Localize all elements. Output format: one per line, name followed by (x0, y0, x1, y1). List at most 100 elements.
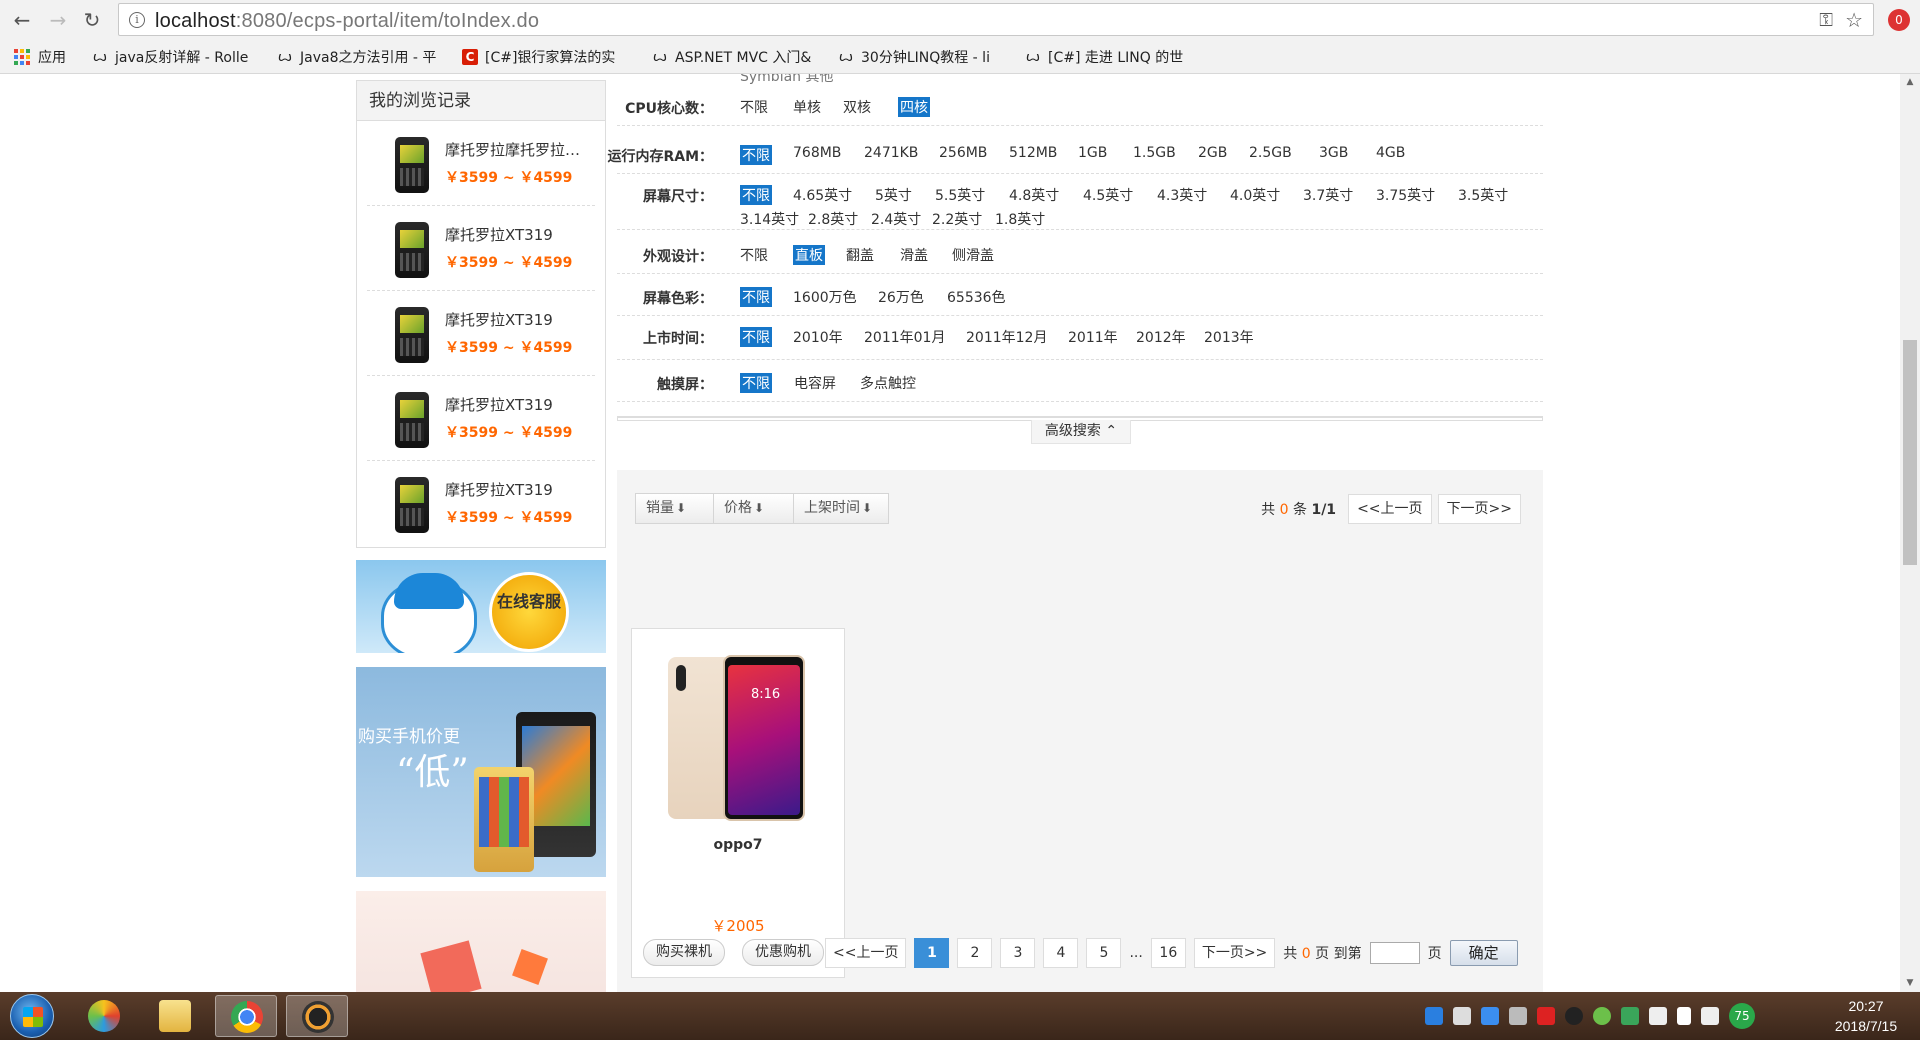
bookmark-item[interactable]: ꙍ ASP.NET MVC 入门& (652, 47, 822, 67)
filter-option[interactable]: 双核 (843, 97, 871, 117)
filter-option[interactable]: 512MB (1009, 145, 1057, 161)
page-button-current[interactable]: 1 (914, 938, 950, 968)
phone-thumbnail[interactable] (395, 307, 429, 363)
tray-app-icon[interactable] (1509, 1007, 1527, 1025)
page-button[interactable]: 3 (1000, 938, 1036, 968)
filter-option[interactable]: 26万色 (878, 287, 924, 307)
bookmark-item[interactable]: ꙍ [C#] 走进 LINQ 的世 (1025, 47, 1197, 67)
bookmark-item[interactable]: ꙍ Java8之方法引用 - 平 (277, 47, 447, 67)
filter-option[interactable]: 侧滑盖 (952, 245, 994, 265)
filter-option[interactable]: 4.0英寸 (1230, 185, 1280, 205)
top-next-page-button[interactable]: 下一页>> (1437, 494, 1521, 524)
volume-icon[interactable] (1701, 1007, 1719, 1025)
buy-bare-button[interactable]: 购买裸机 (643, 939, 725, 966)
sort-price-button[interactable]: 价格 ⬇ (714, 494, 794, 523)
tray-app-icon[interactable] (1649, 1007, 1667, 1025)
address-url[interactable]: localhost:8080/ecps-portal/item/toIndex.… (155, 10, 539, 33)
filter-option[interactable]: 65536色 (947, 287, 1006, 307)
page-button[interactable]: 5 (1086, 938, 1122, 968)
system-clock[interactable]: 20:27 2018/7/15 (1820, 996, 1912, 1036)
qq-icon[interactable] (1565, 1007, 1583, 1025)
phone-thumbnail[interactable] (395, 137, 429, 193)
filter-option[interactable]: 2.8英寸 (808, 209, 858, 229)
filter-option[interactable]: 2.5GB (1249, 145, 1292, 161)
bookmark-item[interactable]: ꙍ 30分钟LINQ教程 - li (838, 47, 1010, 67)
filter-option[interactable]: 1.8英寸 (995, 209, 1045, 229)
site-info-icon[interactable]: i (129, 12, 145, 28)
filter-option[interactable]: 4.65英寸 (793, 185, 852, 205)
filter-option[interactable]: 1.5GB (1133, 145, 1176, 161)
history-item[interactable]: 摩托罗拉XT319 ￥3599 ~ ￥4599 (367, 291, 595, 376)
history-item-name[interactable]: 摩托罗拉摩托罗拉摩托罗拉 (445, 139, 595, 160)
scroll-up-icon[interactable]: ▲ (1900, 74, 1920, 91)
address-bar[interactable]: i localhost:8080/ecps-portal/item/toInde… (118, 3, 1874, 36)
filter-option[interactable]: 4GB (1376, 145, 1405, 161)
bookmark-item[interactable]: C [C#]银行家算法的实 (462, 47, 634, 67)
phone-promo-banner[interactable]: 购买手机价更 “低” (356, 667, 606, 877)
filter-option[interactable]: 2011年12月 (966, 327, 1047, 347)
history-item-name[interactable]: 摩托罗拉XT319 (445, 224, 595, 245)
filter-option[interactable]: 不限 (740, 97, 768, 117)
filter-option[interactable]: 2011年 (1068, 327, 1118, 347)
filter-option-selected[interactable]: 直板 (793, 245, 825, 265)
goto-page-confirm-button[interactable]: 确定 (1449, 940, 1518, 966)
tray-app-icon[interactable] (1593, 1007, 1611, 1025)
security-shield-icon[interactable] (1621, 1007, 1639, 1025)
prev-page-button[interactable]: <<上一页 (825, 938, 907, 968)
start-button[interactable] (10, 994, 54, 1038)
bookmark-star-icon[interactable]: ☆ (1845, 8, 1863, 32)
filter-option[interactable]: 3.75英寸 (1376, 185, 1435, 205)
qq-browser-icon[interactable] (1425, 1007, 1443, 1025)
bookmark-item[interactable]: ꙍ java反射详解 - Rolle (92, 47, 262, 67)
filter-option[interactable]: 单核 (793, 97, 821, 117)
filter-option[interactable]: 2010年 (793, 327, 843, 347)
filter-option[interactable]: 多点触控 (860, 373, 916, 393)
history-item[interactable]: 摩托罗拉XT319 ￥3599 ~ ￥4599 (367, 376, 595, 461)
tray-app-icon[interactable] (1453, 1007, 1471, 1025)
next-page-button[interactable]: 下一页>> (1193, 938, 1276, 968)
advanced-search-toggle[interactable]: 高级搜索 ⌃ (1031, 420, 1131, 444)
history-item-name[interactable]: 摩托罗拉XT319 (445, 479, 595, 500)
filter-option-selected[interactable]: 不限 (740, 287, 772, 307)
password-key-icon[interactable]: ⚿ (1819, 10, 1833, 31)
filter-option[interactable]: 2012年 (1136, 327, 1186, 347)
history-item[interactable]: 摩托罗拉XT319 ￥3599 ~ ￥4599 (367, 206, 595, 291)
history-item[interactable]: 摩托罗拉摩托罗拉摩托罗拉 ￥3599 ~ ￥4599 (367, 121, 595, 206)
filter-option-selected[interactable]: 不限 (740, 185, 772, 205)
filter-option-selected[interactable]: 不限 (740, 327, 772, 347)
history-item-name[interactable]: 摩托罗拉XT319 (445, 394, 595, 415)
product-image[interactable] (668, 655, 808, 825)
filter-option[interactable]: 4.8英寸 (1009, 185, 1059, 205)
top-prev-page-button[interactable]: <<上一页 (1348, 494, 1432, 524)
reload-icon[interactable]: ↻ (80, 8, 104, 32)
taskbar-app-chrome[interactable] (215, 995, 277, 1037)
network-signal-icon[interactable] (1677, 1007, 1691, 1025)
filter-option[interactable]: 2.4英寸 (871, 209, 921, 229)
phone-thumbnail[interactable] (395, 222, 429, 278)
filter-option[interactable]: 4.5英寸 (1083, 185, 1133, 205)
filter-option[interactable]: 256MB (939, 145, 987, 161)
taskbar-app[interactable] (144, 995, 206, 1037)
bookmark-apps[interactable]: 应用 (14, 47, 66, 67)
back-icon[interactable]: ← (10, 8, 34, 32)
page-button[interactable]: 4 (1043, 938, 1079, 968)
filter-option-selected[interactable]: 不限 (740, 145, 772, 165)
filter-option[interactable]: 4.3英寸 (1157, 185, 1207, 205)
extension-icon[interactable]: 0 (1888, 9, 1910, 31)
goto-page-input[interactable] (1369, 942, 1420, 964)
filter-option[interactable]: 2013年 (1204, 327, 1254, 347)
filter-option[interactable]: 3GB (1319, 145, 1348, 161)
page-scrollbar[interactable]: ▲ ▼ (1900, 74, 1920, 992)
filter-option[interactable]: 3.7英寸 (1303, 185, 1353, 205)
filter-option[interactable]: 3.5英寸 (1458, 185, 1508, 205)
filter-option[interactable]: 2GB (1198, 145, 1227, 161)
filter-option[interactable]: 电容屏 (794, 373, 836, 393)
filter-option[interactable]: 1GB (1078, 145, 1107, 161)
filter-option[interactable]: 2471KB (864, 145, 918, 161)
history-item-name[interactable]: 摩托罗拉XT319 (445, 309, 595, 330)
phone-thumbnail[interactable] (395, 477, 429, 533)
scroll-down-icon[interactable]: ▼ (1900, 975, 1920, 992)
taskbar-app[interactable] (73, 995, 135, 1037)
filter-option-selected[interactable]: 不限 (740, 373, 772, 393)
taskbar-app-idea[interactable] (286, 995, 348, 1037)
